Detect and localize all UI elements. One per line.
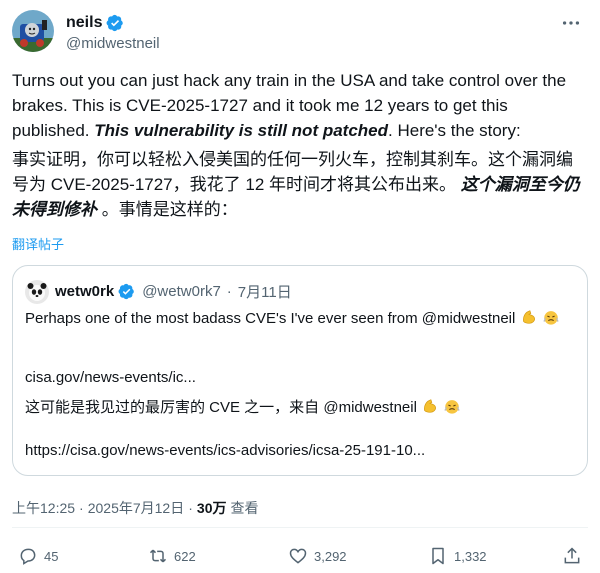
quote-translation: 这可能是我见过的最厉害的 CVE 之一，来自 @midwestneil	[25, 397, 577, 419]
flexed-biceps-icon	[520, 308, 538, 326]
quote-link-full[interactable]: https://cisa.gov/news-events/ics-advisor…	[25, 442, 425, 459]
quote-text-body: Perhaps one of the most badass CVE's I'v…	[25, 310, 516, 327]
quote-date: 7月11日	[237, 284, 292, 301]
heart-icon	[289, 548, 307, 564]
reply-count: 45	[44, 548, 59, 564]
quoted-tweet[interactable]: wetw0rk @wetw0rk7 · 7月11日 Perhaps one of…	[12, 265, 588, 476]
translate-post-link[interactable]: 翻译帖子	[12, 234, 64, 253]
steaming-face-icon	[542, 308, 560, 326]
repost-count: 622	[174, 548, 196, 564]
post-time[interactable]: 上午12:25	[12, 498, 75, 518]
share-button[interactable]	[562, 546, 582, 566]
meta-separator: ·	[79, 500, 84, 516]
reply-button[interactable]: 45	[18, 546, 58, 566]
steaming-face-icon	[443, 397, 461, 415]
action-bar: 45 622 3,292 1,332	[12, 546, 588, 570]
view-count: 30万	[196, 500, 227, 516]
verified-badge-icon	[106, 14, 124, 32]
quote-link-short[interactable]: cisa.gov/news-events/ic...	[25, 369, 196, 386]
tweet-header: neils @midwestneil	[12, 10, 588, 56]
translation-part: 。事情是这样的：	[97, 200, 238, 219]
repost-icon	[149, 549, 167, 563]
tweet-text-part: . Here's the story:	[388, 121, 521, 140]
tweet-translation: 事实证明，你可以轻松入侵美国的任何一列火车，控制其刹车。这个漏洞编号为 CVE-…	[12, 147, 588, 222]
flexed-biceps-icon	[421, 397, 439, 415]
quote-separator: ·	[226, 283, 232, 300]
more-options-icon[interactable]	[560, 12, 582, 34]
quote-author-name[interactable]: wetw0rk	[55, 283, 114, 300]
bookmark-button[interactable]: 1,332	[428, 546, 487, 566]
author-name[interactable]: neils	[66, 14, 102, 32]
meta-separator: ·	[188, 500, 193, 516]
post-date[interactable]: 2025年7月12日	[88, 498, 185, 518]
author-avatar[interactable]	[12, 10, 54, 52]
view-label: 查看	[230, 500, 259, 516]
verified-badge-icon	[118, 283, 136, 301]
like-count: 3,292	[314, 548, 347, 564]
bookmark-count: 1,332	[454, 548, 487, 564]
tweet-text-emphasis: This vulnerability is still not patched	[94, 121, 389, 140]
author-handle[interactable]: @midwestneil	[66, 35, 160, 52]
like-button[interactable]: 3,292	[288, 546, 347, 566]
tweet-text: Turns out you can just hack any train in…	[12, 68, 588, 143]
divider	[12, 527, 588, 528]
quote-author-handle: @wetw0rk7	[142, 283, 221, 300]
tweet-timestamp: 上午12:25 · 2025年7月12日 · 30万 查看	[12, 498, 258, 518]
quote-author-avatar[interactable]	[25, 280, 49, 304]
repost-button[interactable]: 622	[148, 546, 196, 566]
quote-text: Perhaps one of the most badass CVE's I'v…	[25, 308, 577, 330]
quote-translation-body: 这可能是我见过的最厉害的 CVE 之一，来自 @midwestneil	[25, 399, 417, 416]
bookmark-icon	[432, 547, 444, 565]
reply-icon	[20, 548, 36, 565]
share-icon	[564, 547, 580, 564]
